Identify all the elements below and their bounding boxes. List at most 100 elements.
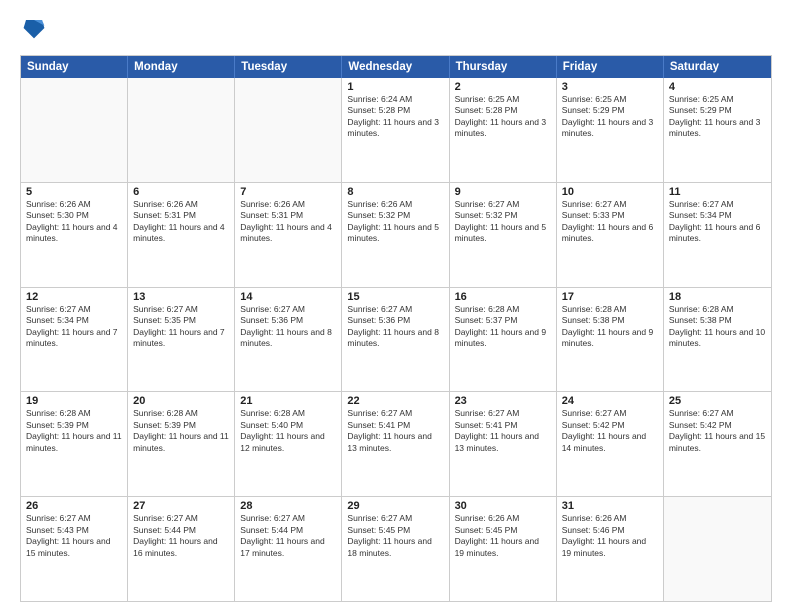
day-number: 3 — [562, 81, 658, 93]
day-cell-16: 16Sunrise: 6:28 AM Sunset: 5:37 PM Dayli… — [450, 288, 557, 392]
day-cell-21: 21Sunrise: 6:28 AM Sunset: 5:40 PM Dayli… — [235, 392, 342, 496]
calendar-row-3: 19Sunrise: 6:28 AM Sunset: 5:39 PM Dayli… — [21, 392, 771, 497]
day-cell-11: 11Sunrise: 6:27 AM Sunset: 5:34 PM Dayli… — [664, 183, 771, 287]
cell-info: Sunrise: 6:25 AM Sunset: 5:28 PM Dayligh… — [455, 94, 551, 140]
logo-icon — [22, 14, 46, 42]
cell-info: Sunrise: 6:26 AM Sunset: 5:46 PM Dayligh… — [562, 513, 658, 559]
day-number: 10 — [562, 186, 658, 198]
cell-info: Sunrise: 6:27 AM Sunset: 5:44 PM Dayligh… — [240, 513, 336, 559]
page: SundayMondayTuesdayWednesdayThursdayFrid… — [0, 0, 792, 612]
day-cell-1: 1Sunrise: 6:24 AM Sunset: 5:28 PM Daylig… — [342, 78, 449, 182]
day-number: 12 — [26, 291, 122, 303]
day-number: 16 — [455, 291, 551, 303]
day-number: 6 — [133, 186, 229, 198]
day-cell-23: 23Sunrise: 6:27 AM Sunset: 5:41 PM Dayli… — [450, 392, 557, 496]
day-cell-27: 27Sunrise: 6:27 AM Sunset: 5:44 PM Dayli… — [128, 497, 235, 601]
logo — [20, 16, 46, 47]
day-number: 18 — [669, 291, 766, 303]
cell-info: Sunrise: 6:28 AM Sunset: 5:39 PM Dayligh… — [133, 408, 229, 454]
cell-info: Sunrise: 6:27 AM Sunset: 5:36 PM Dayligh… — [347, 304, 443, 350]
day-cell-13: 13Sunrise: 6:27 AM Sunset: 5:35 PM Dayli… — [128, 288, 235, 392]
day-number: 26 — [26, 500, 122, 512]
day-number: 11 — [669, 186, 766, 198]
day-cell-9: 9Sunrise: 6:27 AM Sunset: 5:32 PM Daylig… — [450, 183, 557, 287]
day-number: 2 — [455, 81, 551, 93]
day-cell-4: 4Sunrise: 6:25 AM Sunset: 5:29 PM Daylig… — [664, 78, 771, 182]
day-cell-14: 14Sunrise: 6:27 AM Sunset: 5:36 PM Dayli… — [235, 288, 342, 392]
cell-info: Sunrise: 6:27 AM Sunset: 5:33 PM Dayligh… — [562, 199, 658, 245]
cell-info: Sunrise: 6:27 AM Sunset: 5:32 PM Dayligh… — [455, 199, 551, 245]
day-number: 13 — [133, 291, 229, 303]
weekday-header-tuesday: Tuesday — [235, 56, 342, 78]
day-cell-7: 7Sunrise: 6:26 AM Sunset: 5:31 PM Daylig… — [235, 183, 342, 287]
cell-info: Sunrise: 6:26 AM Sunset: 5:31 PM Dayligh… — [240, 199, 336, 245]
cell-info: Sunrise: 6:27 AM Sunset: 5:42 PM Dayligh… — [562, 408, 658, 454]
cell-info: Sunrise: 6:27 AM Sunset: 5:41 PM Dayligh… — [347, 408, 443, 454]
day-number: 30 — [455, 500, 551, 512]
day-cell-31: 31Sunrise: 6:26 AM Sunset: 5:46 PM Dayli… — [557, 497, 664, 601]
cell-info: Sunrise: 6:27 AM Sunset: 5:45 PM Dayligh… — [347, 513, 443, 559]
day-number: 19 — [26, 395, 122, 407]
day-cell-29: 29Sunrise: 6:27 AM Sunset: 5:45 PM Dayli… — [342, 497, 449, 601]
cell-info: Sunrise: 6:27 AM Sunset: 5:41 PM Dayligh… — [455, 408, 551, 454]
day-number: 31 — [562, 500, 658, 512]
cell-info: Sunrise: 6:26 AM Sunset: 5:32 PM Dayligh… — [347, 199, 443, 245]
cell-info: Sunrise: 6:28 AM Sunset: 5:37 PM Dayligh… — [455, 304, 551, 350]
day-number: 20 — [133, 395, 229, 407]
day-cell-18: 18Sunrise: 6:28 AM Sunset: 5:38 PM Dayli… — [664, 288, 771, 392]
day-number: 25 — [669, 395, 766, 407]
cell-info: Sunrise: 6:25 AM Sunset: 5:29 PM Dayligh… — [562, 94, 658, 140]
calendar-header: SundayMondayTuesdayWednesdayThursdayFrid… — [21, 56, 771, 78]
empty-cell — [235, 78, 342, 182]
cell-info: Sunrise: 6:27 AM Sunset: 5:34 PM Dayligh… — [669, 199, 766, 245]
day-cell-12: 12Sunrise: 6:27 AM Sunset: 5:34 PM Dayli… — [21, 288, 128, 392]
day-cell-25: 25Sunrise: 6:27 AM Sunset: 5:42 PM Dayli… — [664, 392, 771, 496]
cell-info: Sunrise: 6:28 AM Sunset: 5:38 PM Dayligh… — [562, 304, 658, 350]
day-number: 22 — [347, 395, 443, 407]
day-number: 8 — [347, 186, 443, 198]
cell-info: Sunrise: 6:27 AM Sunset: 5:42 PM Dayligh… — [669, 408, 766, 454]
calendar-row-2: 12Sunrise: 6:27 AM Sunset: 5:34 PM Dayli… — [21, 288, 771, 393]
day-cell-6: 6Sunrise: 6:26 AM Sunset: 5:31 PM Daylig… — [128, 183, 235, 287]
weekday-header-monday: Monday — [128, 56, 235, 78]
empty-cell — [664, 497, 771, 601]
cell-info: Sunrise: 6:26 AM Sunset: 5:31 PM Dayligh… — [133, 199, 229, 245]
day-number: 4 — [669, 81, 766, 93]
cell-info: Sunrise: 6:27 AM Sunset: 5:36 PM Dayligh… — [240, 304, 336, 350]
cell-info: Sunrise: 6:28 AM Sunset: 5:40 PM Dayligh… — [240, 408, 336, 454]
day-cell-22: 22Sunrise: 6:27 AM Sunset: 5:41 PM Dayli… — [342, 392, 449, 496]
day-cell-20: 20Sunrise: 6:28 AM Sunset: 5:39 PM Dayli… — [128, 392, 235, 496]
day-number: 27 — [133, 500, 229, 512]
cell-info: Sunrise: 6:25 AM Sunset: 5:29 PM Dayligh… — [669, 94, 766, 140]
empty-cell — [128, 78, 235, 182]
day-number: 28 — [240, 500, 336, 512]
day-number: 21 — [240, 395, 336, 407]
cell-info: Sunrise: 6:28 AM Sunset: 5:39 PM Dayligh… — [26, 408, 122, 454]
header — [20, 16, 772, 47]
calendar-row-1: 5Sunrise: 6:26 AM Sunset: 5:30 PM Daylig… — [21, 183, 771, 288]
day-number: 5 — [26, 186, 122, 198]
day-cell-28: 28Sunrise: 6:27 AM Sunset: 5:44 PM Dayli… — [235, 497, 342, 601]
cell-info: Sunrise: 6:26 AM Sunset: 5:30 PM Dayligh… — [26, 199, 122, 245]
day-cell-30: 30Sunrise: 6:26 AM Sunset: 5:45 PM Dayli… — [450, 497, 557, 601]
weekday-header-saturday: Saturday — [664, 56, 771, 78]
day-number: 23 — [455, 395, 551, 407]
calendar-row-0: 1Sunrise: 6:24 AM Sunset: 5:28 PM Daylig… — [21, 78, 771, 183]
day-number: 29 — [347, 500, 443, 512]
cell-info: Sunrise: 6:27 AM Sunset: 5:35 PM Dayligh… — [133, 304, 229, 350]
day-number: 9 — [455, 186, 551, 198]
empty-cell — [21, 78, 128, 182]
day-cell-15: 15Sunrise: 6:27 AM Sunset: 5:36 PM Dayli… — [342, 288, 449, 392]
cell-info: Sunrise: 6:27 AM Sunset: 5:34 PM Dayligh… — [26, 304, 122, 350]
day-number: 24 — [562, 395, 658, 407]
cell-info: Sunrise: 6:27 AM Sunset: 5:43 PM Dayligh… — [26, 513, 122, 559]
day-cell-19: 19Sunrise: 6:28 AM Sunset: 5:39 PM Dayli… — [21, 392, 128, 496]
weekday-header-thursday: Thursday — [450, 56, 557, 78]
day-cell-10: 10Sunrise: 6:27 AM Sunset: 5:33 PM Dayli… — [557, 183, 664, 287]
day-cell-24: 24Sunrise: 6:27 AM Sunset: 5:42 PM Dayli… — [557, 392, 664, 496]
weekday-header-friday: Friday — [557, 56, 664, 78]
day-cell-3: 3Sunrise: 6:25 AM Sunset: 5:29 PM Daylig… — [557, 78, 664, 182]
day-number: 17 — [562, 291, 658, 303]
calendar-row-4: 26Sunrise: 6:27 AM Sunset: 5:43 PM Dayli… — [21, 497, 771, 601]
day-cell-8: 8Sunrise: 6:26 AM Sunset: 5:32 PM Daylig… — [342, 183, 449, 287]
